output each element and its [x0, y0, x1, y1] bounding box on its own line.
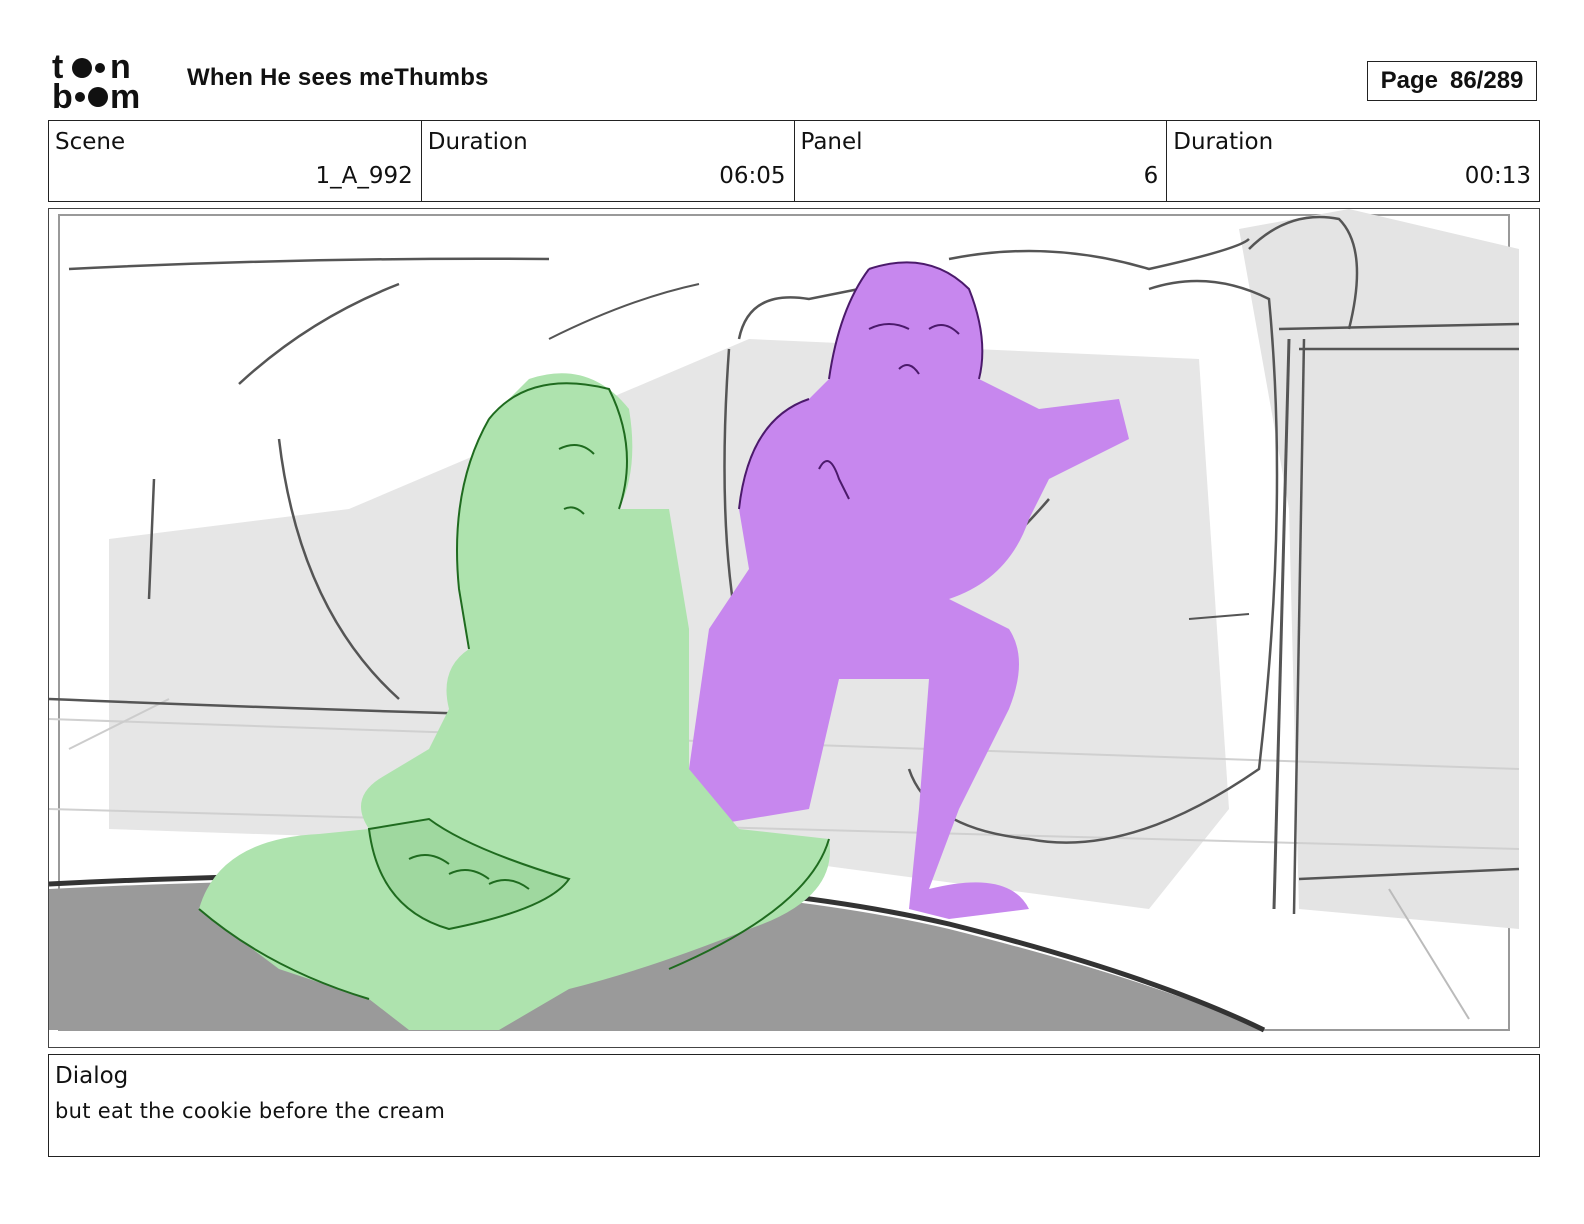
dialog-label: Dialog: [55, 1063, 129, 1089]
panel-duration-value: 00:13: [1464, 163, 1531, 189]
storyboard-panel: [48, 208, 1540, 1048]
scene-duration-label: Duration: [427, 129, 528, 155]
page-label: Page: [1380, 67, 1438, 94]
panel-cell: Panel 6: [795, 121, 1168, 201]
scene-duration-value: 06:05: [719, 163, 786, 189]
panel-sketch: [49, 209, 1520, 1033]
scene-duration-cell: Duration 06:05: [422, 121, 795, 201]
dialog-box: Dialog but eat the cookie before the cre…: [48, 1054, 1540, 1157]
panel-value: 6: [1143, 163, 1159, 189]
page-indicator: Page 86/289: [1367, 61, 1537, 101]
svg-text:b: b: [52, 78, 73, 112]
panel-duration-cell: Duration 00:13: [1167, 121, 1539, 201]
panel-duration-label: Duration: [1173, 129, 1274, 155]
dialog-text: but eat the cookie before the cream: [55, 1099, 446, 1123]
project-title: When He sees meThumbs: [187, 64, 489, 91]
svg-text:m: m: [110, 78, 140, 112]
scene-cell: Scene 1_A_992: [49, 121, 422, 201]
toon-boom-logo: t n b m: [52, 50, 140, 112]
page-number: 86/289: [1449, 67, 1524, 94]
scene-value: 1_A_992: [315, 163, 413, 189]
scene-info-table: Scene 1_A_992 Duration 06:05 Panel 6 Dur…: [48, 120, 1540, 202]
panel-label: Panel: [800, 129, 863, 155]
scene-label: Scene: [55, 129, 126, 155]
